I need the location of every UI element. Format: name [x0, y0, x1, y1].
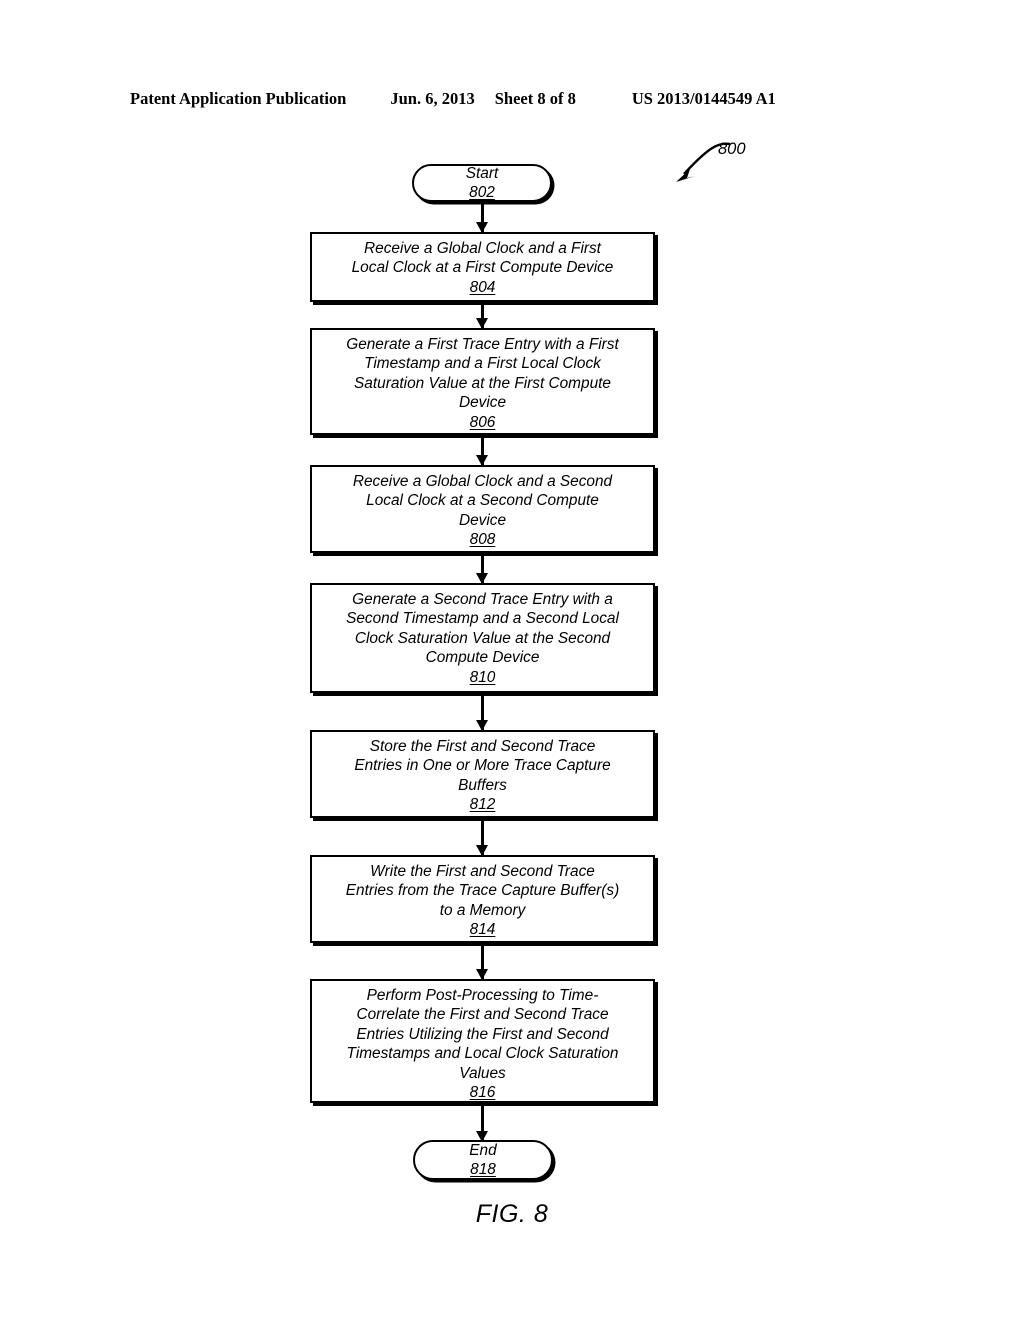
flowchart-node-start: Start 802 — [412, 164, 552, 202]
flowchart-node-806: Generate a First Trace Entry with a Firs… — [310, 328, 655, 435]
node-text-line: Device — [458, 394, 507, 412]
node-text-line: Clock Saturation Value at the Second — [354, 629, 611, 647]
flowchart-node-812: Store the First and Second Trace Entries… — [310, 730, 655, 818]
patent-header: Patent Application Publication Jun. 6, 2… — [130, 88, 894, 110]
node-text-line: Perform Post-Processing to Time- — [366, 987, 599, 1004]
node-reference-numeral: 802 — [469, 184, 495, 201]
header-publication-date: Jun. 6, 2013 — [390, 89, 475, 108]
flowchart-node-810: Generate a Second Trace Entry with a Sec… — [310, 583, 655, 693]
node-text-line: Write the First and Second Trace — [370, 863, 595, 880]
node-text-line: Second Timestamp and a Second Local — [346, 610, 619, 628]
node-text-line: Receive a Global Clock and a Second — [352, 473, 613, 490]
node-text-line: Generate a First Trace Entry with a Firs… — [346, 336, 619, 353]
node-reference-numeral: 806 — [469, 413, 496, 431]
header-publication-title: Patent Application Publication — [130, 89, 347, 108]
node-text-line: Store the First and Second Trace — [369, 738, 596, 755]
node-reference-numeral: 808 — [469, 531, 496, 549]
node-text-line: Buffers — [458, 776, 507, 794]
node-text-line: Local Clock at a First Compute Device — [351, 259, 614, 277]
connector-start-to-804 — [481, 202, 484, 232]
node-text-line: Generate a Second Trace Entry with a — [352, 591, 613, 608]
node-text-line: Entries Utilizing the First and Second — [356, 1025, 609, 1043]
connector-804-to-806 — [481, 302, 484, 328]
figure-reference-numeral: 800 — [718, 140, 746, 158]
node-reference-numeral: 804 — [469, 278, 496, 296]
header-patent-number: US 2013/0144549 A1 — [631, 89, 776, 108]
connector-810-to-812 — [481, 693, 484, 730]
node-reference-numeral: 816 — [469, 1084, 496, 1102]
header-sheet-number: Sheet 8 of 8 — [494, 89, 576, 108]
node-reference-numeral: 810 — [469, 668, 496, 686]
node-text-line: Entries in One or More Trace Capture — [354, 757, 611, 775]
node-text-line: Saturation Value at the First Compute — [354, 374, 611, 392]
node-text-line: Timestamps and Local Clock Saturation — [346, 1045, 619, 1063]
flowchart-node-814: Write the First and Second Trace Entries… — [310, 855, 655, 943]
node-text-line: Timestamp and a First Local Clock — [364, 355, 601, 373]
node-text-line: Compute Device — [425, 649, 540, 667]
connector-806-to-808 — [481, 435, 484, 465]
node-reference-numeral: 818 — [470, 1161, 496, 1178]
node-text-line: Receive a Global Clock and a First — [364, 240, 601, 257]
connector-812-to-814 — [481, 818, 484, 855]
node-reference-numeral: 814 — [469, 921, 496, 939]
flowchart-node-808: Receive a Global Clock and a Second Loca… — [310, 465, 655, 553]
flowchart-node-804: Receive a Global Clock and a First Local… — [310, 232, 655, 302]
node-text-line: Values — [459, 1064, 506, 1082]
node-text-line: Start — [465, 164, 499, 182]
node-text-line: to a Memory — [439, 901, 526, 919]
connector-808-to-810 — [481, 553, 484, 583]
node-text-line: Device — [458, 511, 507, 529]
node-text-line: End — [469, 1141, 497, 1159]
node-reference-numeral: 812 — [469, 796, 496, 814]
patent-figure-page: Patent Application Publication Jun. 6, 2… — [0, 0, 1024, 1320]
connector-816-to-end — [481, 1103, 484, 1141]
figure-caption: FIG. 8 — [475, 1200, 549, 1228]
node-text-line: Correlate the First and Second Trace — [356, 1006, 609, 1024]
node-text-line: Entries from the Trace Capture Buffer(s) — [345, 882, 620, 900]
flowchart-node-816: Perform Post-Processing to Time- Correla… — [310, 979, 655, 1103]
flowchart-node-end: End 818 — [413, 1140, 553, 1180]
node-text-line: Local Clock at a Second Compute — [366, 492, 599, 510]
connector-814-to-816 — [481, 943, 484, 979]
